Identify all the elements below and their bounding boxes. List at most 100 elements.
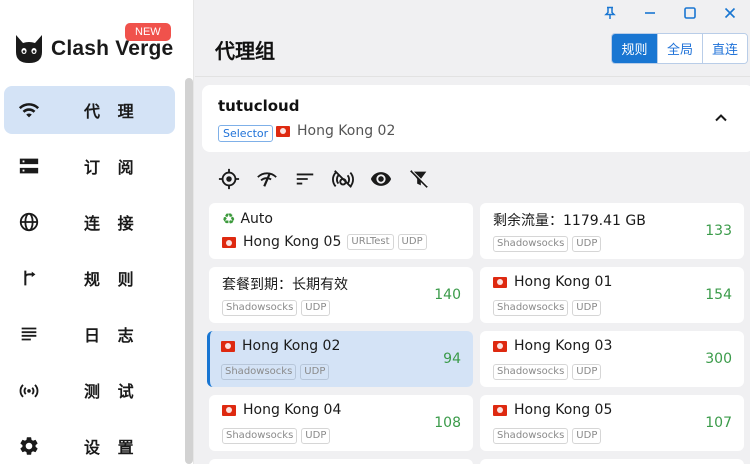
proxy-name: Hong Kong 02 [221, 338, 340, 354]
hong-kong-flag-icon [493, 276, 507, 288]
proxy-type-tag: Shadowsocks [222, 428, 298, 444]
delay-value[interactable]: 108 [434, 415, 461, 431]
udp-tag: UDP [397, 234, 427, 250]
udp-tag: UDP [300, 364, 330, 380]
udp-tag: UDP [572, 364, 602, 380]
proxy-type-tag: URLTest [347, 234, 394, 250]
udp-tag: UDP [572, 300, 602, 316]
sidebar-item-label: 规 则 [84, 270, 140, 289]
sidebar-item-settings[interactable]: 设 置 [4, 422, 175, 464]
group-type-badge: Selector [218, 125, 274, 142]
show-type-button[interactable] [369, 167, 393, 191]
delay-check-button[interactable] [255, 167, 279, 191]
url-test-toggle-button[interactable] [331, 167, 355, 191]
sidebar-item-rules[interactable]: 规 则 [4, 254, 175, 302]
sidebar-scrollbar[interactable] [185, 78, 193, 464]
proxy-group-header[interactable]: tutucloud Selector Hong Kong 02 [202, 85, 750, 152]
udp-tag: UDP [572, 428, 602, 444]
minimize-icon [645, 12, 655, 14]
sidebar-item-test[interactable]: 测 试 [4, 366, 175, 414]
fork-icon [24, 270, 36, 286]
broadcast-icon [19, 384, 39, 398]
window-controls [590, 2, 750, 24]
delay-value[interactable]: 133 [705, 223, 732, 239]
sidebar: Clash Verge NEW 代 理 订 阅 连 接 规 则 日 志 测 试 [0, 0, 194, 464]
delay-value[interactable]: 107 [705, 415, 732, 431]
hong-kong-flag-icon [222, 237, 236, 248]
proxy-type-tag: Shadowsocks [493, 364, 569, 380]
sidebar-item-profiles[interactable]: 订 阅 [4, 142, 175, 190]
gear-icon [20, 437, 38, 455]
proxy-card-hk04[interactable]: Hong Kong 04 Shadowsocks UDP 108 [209, 395, 473, 451]
proxy-card-hk03[interactable]: Hong Kong 03 Shadowsocks UDP 300 [480, 331, 744, 387]
proxy-tags: Shadowsocks UDP [222, 300, 334, 316]
proxy-type-tag: Shadowsocks [493, 428, 569, 444]
proxy-card-partial[interactable] [209, 459, 473, 464]
mode-rule-button[interactable]: 规则 [612, 34, 657, 63]
auto-current-proxy: Hong Kong 05 [243, 234, 342, 250]
proxy-tags: Shadowsocks UDP [221, 364, 333, 380]
hong-kong-flag-icon [222, 404, 236, 416]
group-name: tutucloud [218, 97, 300, 115]
new-badge: NEW [125, 23, 171, 41]
delay-value[interactable]: 94 [443, 351, 461, 367]
sidebar-item-proxy[interactable]: 代 理 [4, 86, 175, 134]
proxy-card-expiry[interactable]: 套餐到期：长期有效 Shadowsocks UDP 140 [209, 267, 473, 323]
proxy-name-label: Hong Kong 03 [514, 338, 613, 354]
sidebar-item-label: 测 试 [84, 382, 140, 401]
proxy-tags: Shadowsocks UDP [493, 300, 605, 316]
sidebar-item-label: 日 志 [84, 326, 140, 345]
udp-tag: UDP [301, 300, 331, 316]
delay-value[interactable]: 300 [705, 351, 732, 367]
proxy-type-tag: Shadowsocks [222, 300, 298, 316]
proxy-card-hk02[interactable]: Hong Kong 02 Shadowsocks UDP 94 [207, 331, 473, 387]
sort-button[interactable] [293, 167, 317, 191]
pin-icon [604, 6, 616, 19]
filter-off-icon [410, 170, 429, 188]
proxy-tags: Shadowsocks UDP [493, 428, 605, 444]
delay-value[interactable]: 154 [705, 287, 732, 303]
storage-icon [19, 158, 39, 174]
proxy-tags: Shadowsocks UDP [493, 364, 605, 380]
list-icon [21, 327, 37, 341]
maximize-icon [684, 7, 696, 19]
delay-value[interactable]: 140 [434, 287, 461, 303]
chevron-up-icon[interactable] [712, 109, 730, 127]
proxy-card-hk01[interactable]: Hong Kong 01 Shadowsocks UDP 154 [480, 267, 744, 323]
hong-kong-flag-icon [493, 404, 507, 416]
recycle-icon: ♻ [222, 210, 236, 228]
group-current-proxy: Hong Kong 02 [276, 123, 395, 139]
proxy-name: ♻ Auto [222, 210, 273, 228]
maximize-button[interactable] [670, 2, 710, 24]
sort-icon [296, 173, 314, 185]
close-button[interactable] [710, 2, 750, 24]
proxy-card-auto[interactable]: ♻ Auto Hong Kong 05 URLTest UDP [209, 203, 473, 259]
pin-button[interactable] [590, 2, 630, 24]
sidebar-item-connections[interactable]: 连 接 [4, 198, 175, 246]
locate-button[interactable] [217, 167, 241, 191]
locate-icon [218, 168, 240, 190]
mode-direct-button[interactable]: 直连 [702, 34, 747, 63]
sidebar-nav: 代 理 订 阅 连 接 规 则 日 志 测 试 设 置 [4, 86, 175, 464]
sidebar-item-logs[interactable]: 日 志 [4, 310, 175, 358]
proxy-card-hk05[interactable]: Hong Kong 05 Shadowsocks UDP 107 [480, 395, 744, 451]
eye-icon [370, 172, 392, 186]
proxy-name-label: Hong Kong 01 [514, 274, 613, 290]
main-panel: 代理组 规则 全局 直连 tutucloud Selector Hong Kon… [195, 0, 750, 464]
mode-global-button[interactable]: 全局 [657, 34, 702, 63]
proxy-name: Hong Kong 01 [493, 274, 612, 290]
page-title: 代理组 [215, 39, 275, 63]
proxy-content: tutucloud Selector Hong Kong 02 ♻ Auto H… [195, 76, 750, 464]
proxy-name: 套餐到期：长期有效 [222, 277, 348, 293]
proxy-card-traffic[interactable]: 剩余流量：1179.41 GB Shadowsocks UDP 133 [480, 203, 744, 259]
wifi-icon [18, 103, 40, 118]
hong-kong-flag-icon [276, 125, 290, 137]
network-check-icon [257, 172, 277, 187]
filter-button[interactable] [407, 167, 431, 191]
minimize-button[interactable] [630, 2, 670, 24]
proxy-tags: Hong Kong 05 URLTest UDP [222, 234, 431, 250]
wifi-off-icon [332, 170, 354, 188]
sidebar-item-label: 连 接 [84, 214, 140, 233]
sidebar-item-label: 订 阅 [84, 158, 140, 177]
proxy-card-partial[interactable] [480, 459, 744, 464]
